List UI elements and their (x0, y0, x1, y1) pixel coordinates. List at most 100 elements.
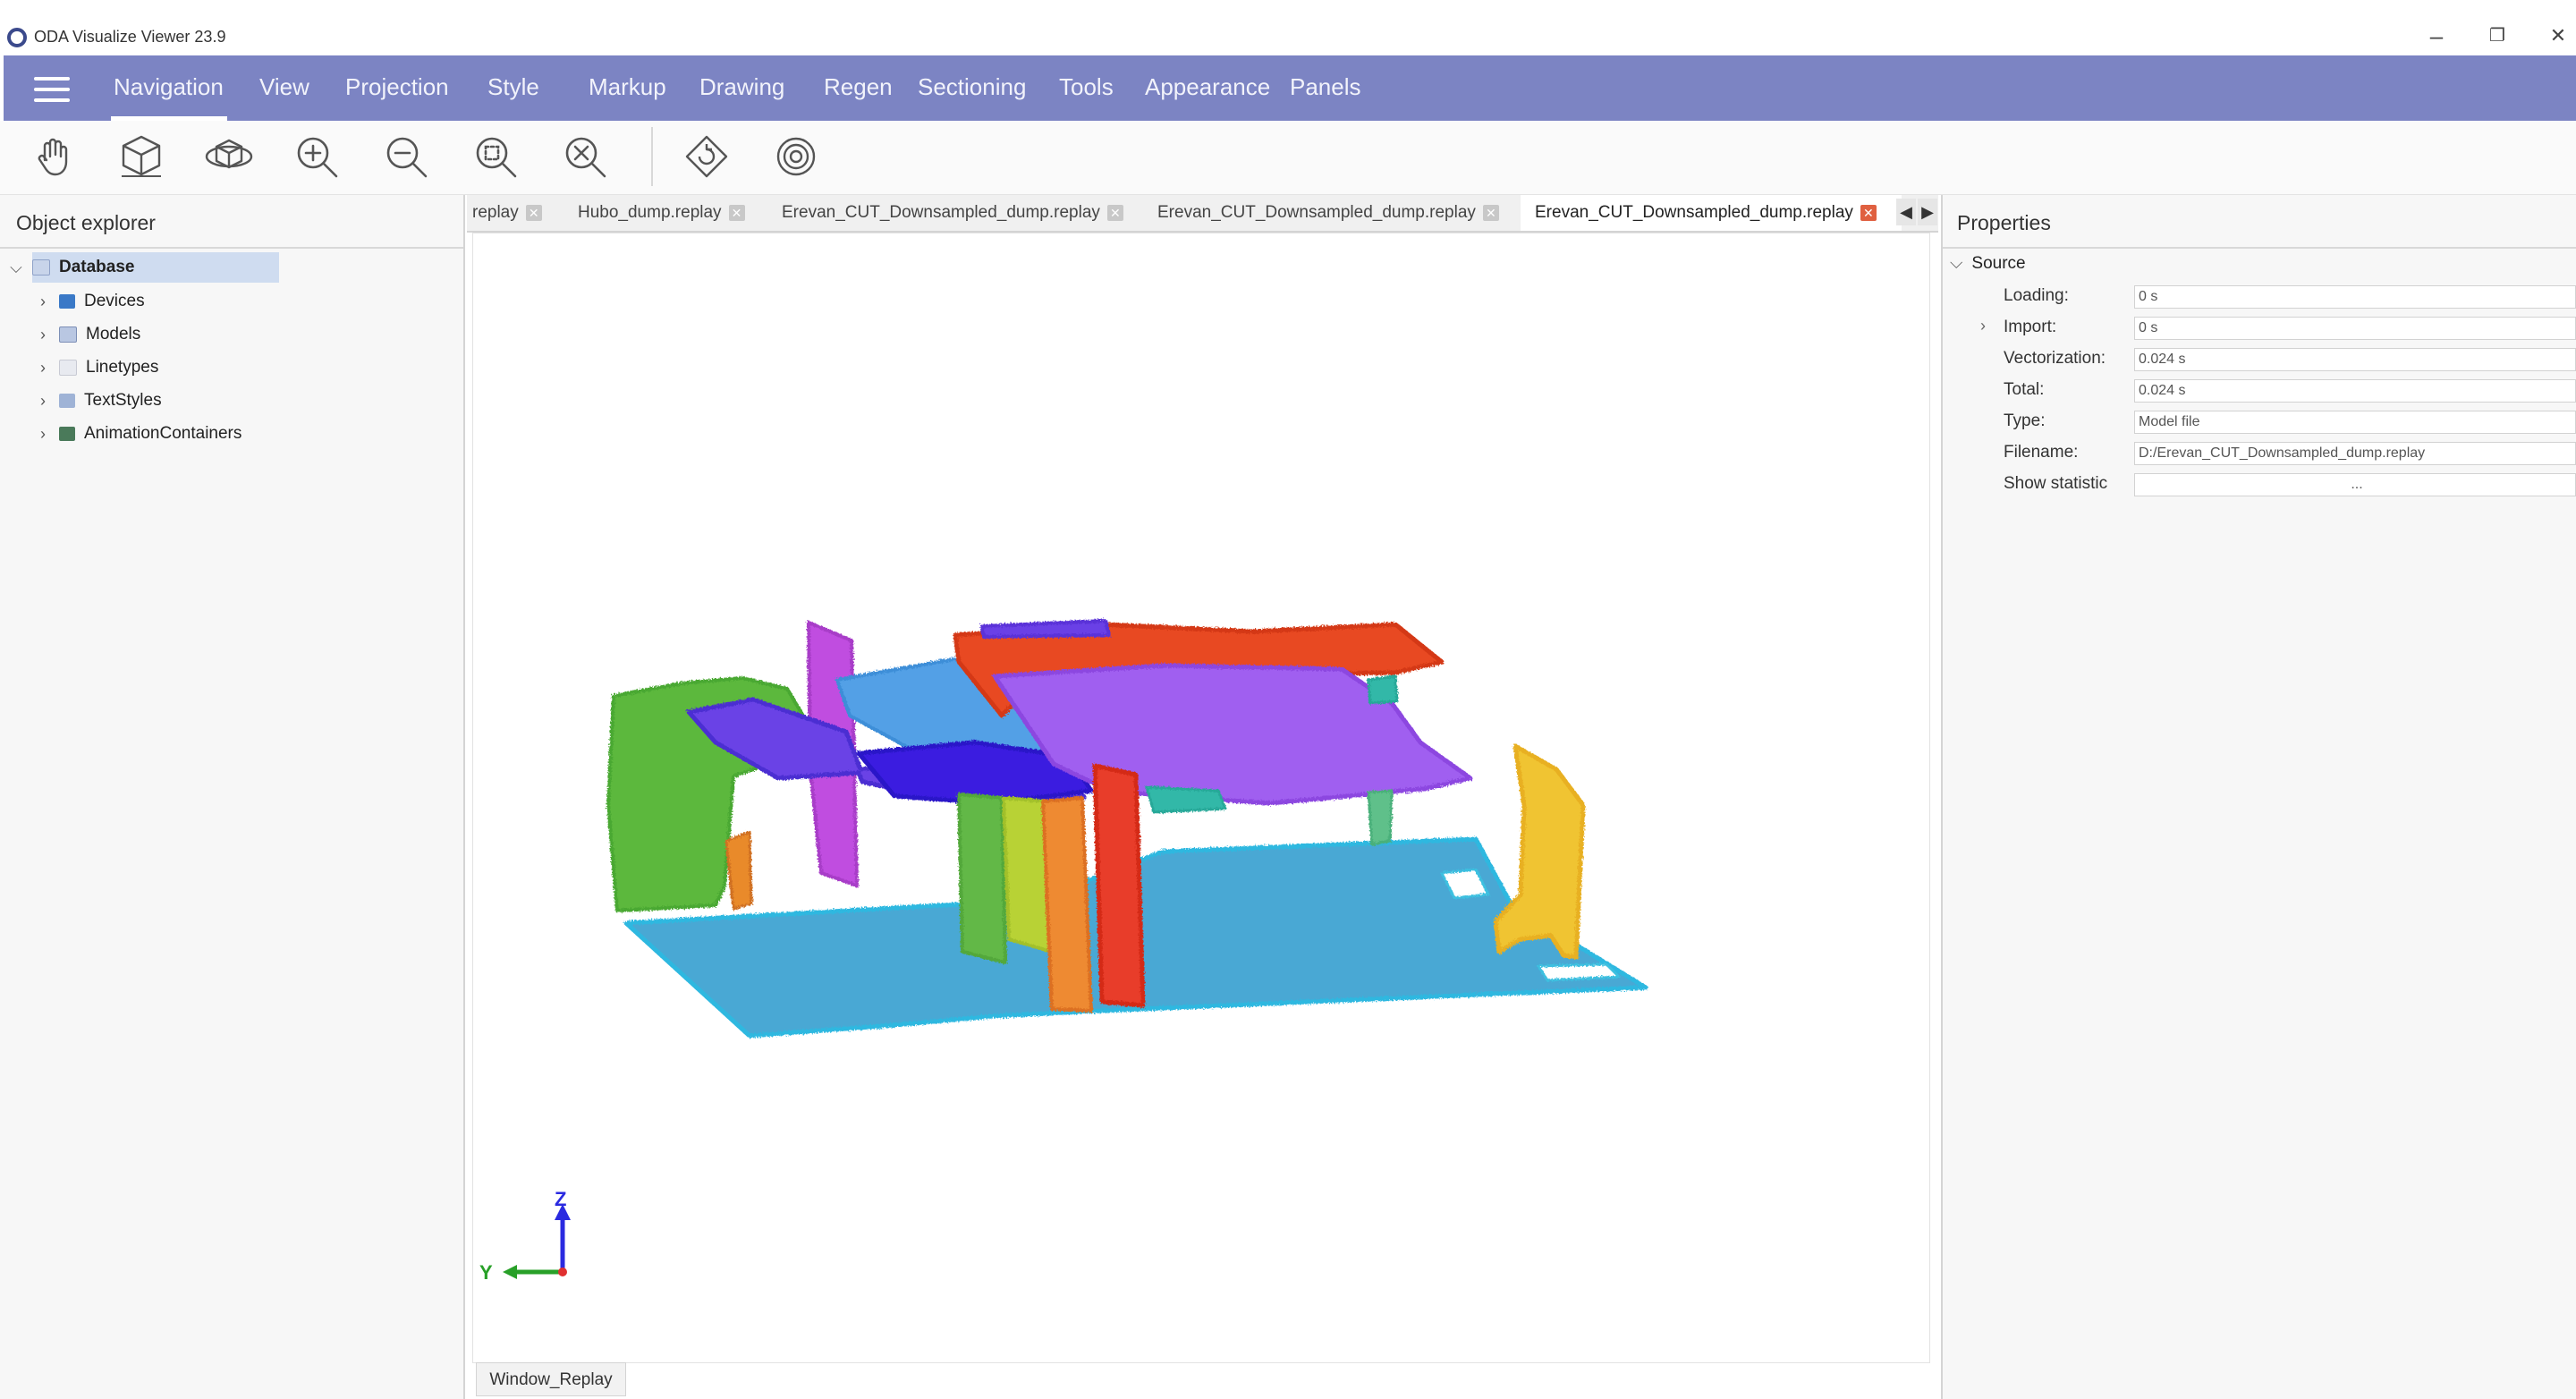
tab-label: Erevan_CUT_Downsampled_dump.replay (782, 203, 1100, 222)
tab-label: Erevan_CUT_Downsampled_dump.replay (1535, 203, 1853, 222)
properties-title: Properties (1957, 211, 2051, 234)
minimize-button[interactable]: – (2417, 20, 2456, 52)
linetype-icon (59, 360, 77, 376)
prop-label-type: Type: (2004, 411, 2046, 430)
zoom-extents-icon[interactable] (556, 129, 614, 184)
collapse-arrow-icon[interactable]: › (36, 359, 50, 377)
menu-regen[interactable]: Regen (824, 73, 893, 101)
tab-close-icon[interactable]: ✕ (1860, 205, 1877, 221)
tab-scroll-right-icon[interactable]: ▶ (1918, 199, 1937, 225)
animation-container-icon (59, 427, 75, 441)
prop-label-loading: Loading: (2004, 286, 2069, 305)
menu-markup[interactable]: Markup (589, 73, 666, 101)
source-section-header[interactable]: ⌵ Source (1950, 254, 2026, 274)
window-replay-tab[interactable]: Window_Replay (476, 1362, 626, 1396)
yellow-chair (1493, 743, 1586, 960)
zoom-in-icon[interactable] (288, 129, 345, 184)
expand-arrow-icon[interactable]: ⌵ (1950, 254, 1962, 273)
tree-label: Models (86, 325, 141, 343)
green-leg-small (1367, 789, 1394, 846)
zoom-out-icon[interactable] (377, 129, 435, 184)
tree-label: TextStyles (84, 391, 162, 410)
menu-tools[interactable]: Tools (1059, 73, 1114, 101)
y-axis-arrow (503, 1265, 517, 1279)
collapse-arrow-icon[interactable]: › (36, 392, 50, 411)
tree-item-animationcontainers[interactable]: › AnimationContainers (36, 419, 242, 449)
toolbar-separator (651, 127, 653, 186)
walk-icon[interactable] (767, 129, 825, 184)
menu-navigation[interactable]: Navigation (114, 73, 224, 101)
collapse-arrow-icon[interactable]: › (36, 326, 50, 344)
prop-value-import: 0 s (2134, 317, 2576, 340)
menu-drawing[interactable]: Drawing (699, 73, 784, 101)
tab-label: Hubo_dump.replay (578, 203, 722, 222)
zoom-window-icon[interactable] (467, 129, 524, 184)
menu-panels[interactable]: Panels (1290, 73, 1361, 101)
prop-label-filename: Filename: (2004, 443, 2079, 462)
document-tab[interactable]: Erevan_CUT_Downsampled_dump.replay ✕ (782, 195, 1129, 231)
prop-label-show-statistic: Show statistic (2004, 474, 2108, 493)
tab-label: replay (472, 203, 519, 222)
tab-close-icon[interactable]: ✕ (1106, 205, 1123, 221)
purple-roof-top (980, 619, 1111, 639)
document-tab-active[interactable]: Erevan_CUT_Downsampled_dump.replay ✕ (1521, 195, 1902, 231)
red-leg (1092, 763, 1146, 1008)
restore-button[interactable]: ❐ (2478, 20, 2517, 52)
prop-value-filename[interactable]: D:/Erevan_CUT_Downsampled_dump.replay (2134, 442, 2576, 465)
tree-item-devices[interactable]: › Devices (36, 286, 145, 317)
menu-view[interactable]: View (259, 73, 309, 101)
z-axis-label: Z (555, 1188, 567, 1210)
collapse-arrow-icon[interactable]: › (36, 425, 50, 444)
tree-item-database[interactable]: ⌵ Database (9, 252, 135, 283)
prop-value-total: 0.024 s (2134, 379, 2576, 403)
hamburger-menu-icon[interactable] (34, 75, 70, 104)
tree-label: Database (59, 258, 135, 276)
close-button[interactable]: ✕ (2538, 20, 2576, 52)
document-tab[interactable]: Erevan_CUT_Downsampled_dump.replay ✕ (1157, 195, 1504, 231)
menu-appearance[interactable]: Appearance (1145, 73, 1270, 101)
tab-close-icon[interactable]: ✕ (525, 205, 542, 221)
prop-label-import: Import: (2004, 318, 2057, 336)
document-tab[interactable]: replay ✕ (472, 195, 549, 231)
window-title: ODA Visualize Viewer 23.9 (34, 28, 226, 46)
collapse-arrow-icon[interactable]: › (36, 293, 50, 311)
import-expand-icon[interactable]: › (1980, 317, 1986, 335)
rotate-view-icon[interactable] (678, 129, 735, 184)
expand-arrow-icon[interactable]: ⌵ (9, 259, 23, 277)
tree-item-textstyles[interactable]: › TextStyles (36, 386, 162, 416)
floor-hole (1537, 962, 1621, 982)
prop-value-type: Model file (2134, 411, 2576, 434)
database-icon (32, 259, 50, 276)
menu-style[interactable]: Style (487, 73, 539, 101)
orbit-icon[interactable] (200, 129, 258, 184)
tab-scroll-left-icon[interactable]: ◀ (1896, 199, 1916, 225)
device-icon (59, 294, 75, 309)
panel-divider (1943, 247, 2576, 249)
teal-strip (1367, 674, 1399, 705)
app-logo-icon (7, 28, 27, 47)
pan-icon[interactable] (25, 129, 82, 184)
orange-post (724, 830, 753, 911)
title-bar (0, 0, 2576, 55)
menu-projection[interactable]: Projection (345, 73, 449, 101)
tab-close-icon[interactable]: ✕ (1482, 205, 1499, 221)
tab-close-icon[interactable]: ✕ (728, 205, 745, 221)
prop-label-vectorization: Vectorization: (2004, 349, 2106, 368)
tree-item-linetypes[interactable]: › Linetypes (36, 352, 158, 383)
model-icon (59, 326, 77, 343)
tree-label: Devices (84, 292, 145, 310)
prop-value-loading: 0 s (2134, 285, 2576, 309)
show-statistic-button[interactable]: ... (2134, 473, 2576, 496)
prop-label-total: Total: (2004, 380, 2045, 399)
point-cloud-model (503, 619, 1648, 1279)
orange-leg (1041, 796, 1093, 1013)
object-explorer-title: Object explorer (16, 211, 156, 234)
y-axis-label: Y (479, 1261, 493, 1284)
panel-divider (0, 247, 463, 249)
view-cube-icon[interactable] (113, 129, 170, 184)
tree-label: Linetypes (86, 358, 159, 377)
textstyle-icon (59, 394, 75, 408)
tree-item-models[interactable]: › Models (36, 319, 140, 350)
menu-sectioning[interactable]: Sectioning (918, 73, 1026, 101)
document-tab[interactable]: Hubo_dump.replay ✕ (578, 195, 753, 231)
